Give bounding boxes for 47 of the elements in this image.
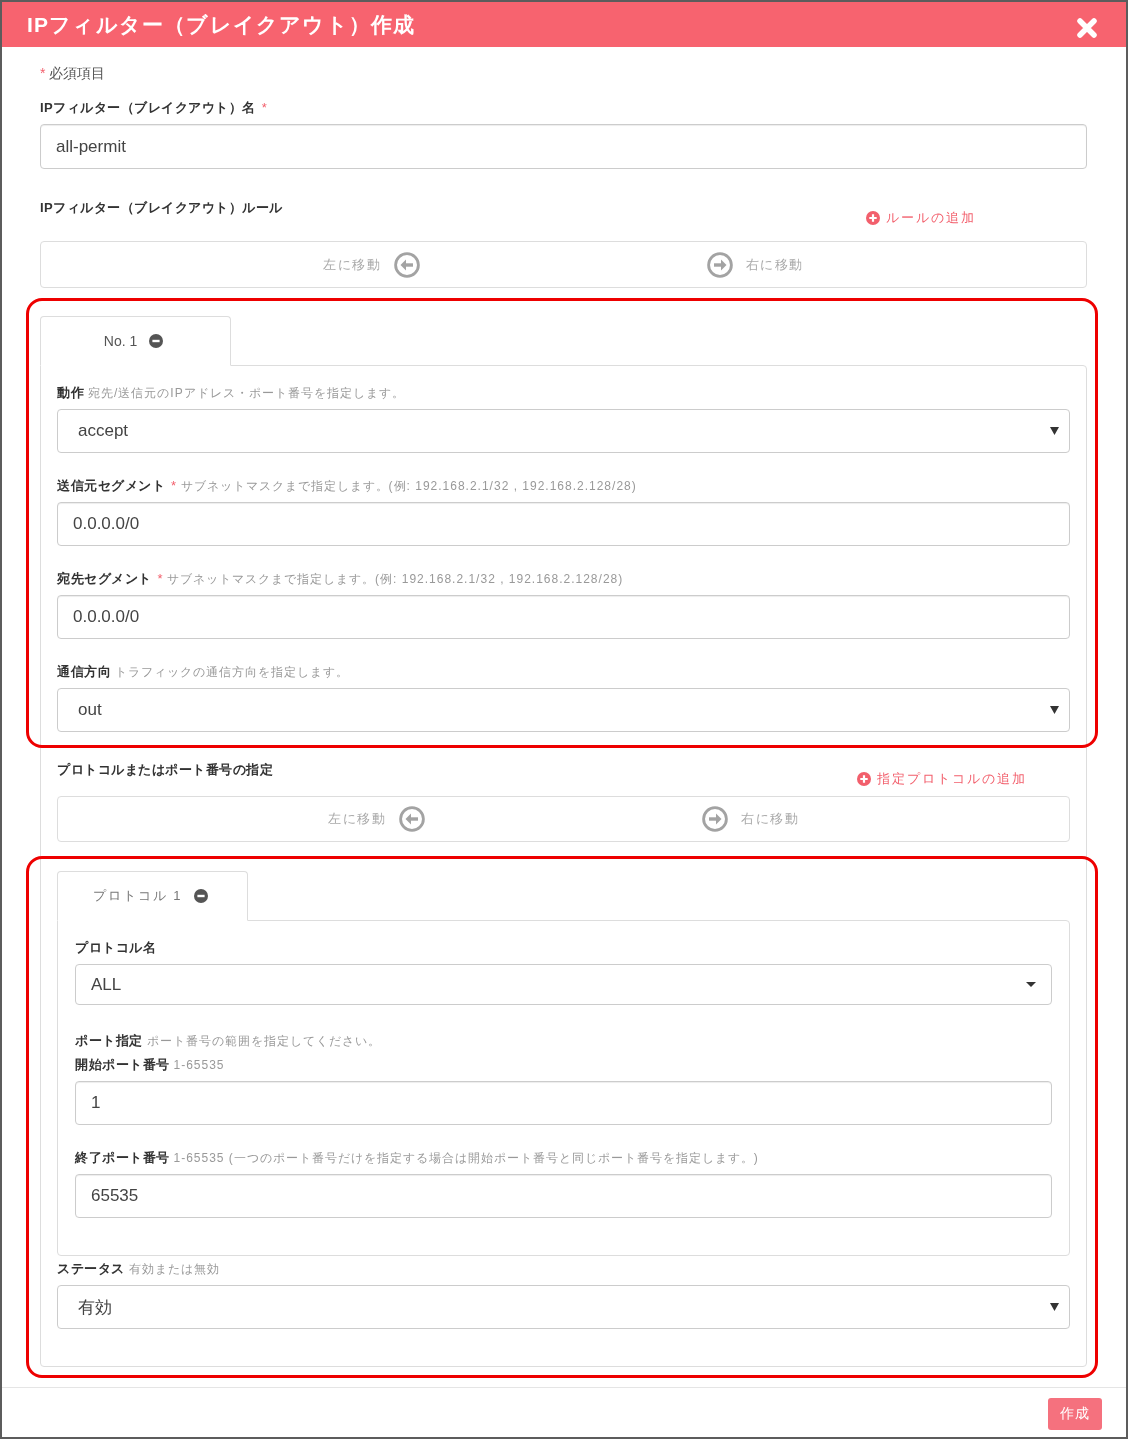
select-field[interactable]: accept (57, 409, 1070, 453)
dropdown-field[interactable]: ALL (75, 964, 1052, 1005)
arrow-right-circle-icon (706, 251, 733, 278)
caret-down-icon (1050, 1303, 1059, 1311)
text-field[interactable]: 0.0.0.0/0 (57, 595, 1070, 639)
field-label: ポート指定 (75, 1032, 143, 1050)
text-field[interactable]: all-permit (40, 124, 1087, 169)
field-label: 動作 (57, 384, 84, 402)
field-hint: トラフィックの通信方向を指定します。 (115, 664, 349, 681)
field-label: IPフィルター（ブレイクアウト）名 * (40, 99, 268, 117)
field-hint: 有効または無効 (128, 1261, 220, 1278)
field-hint: 宛先/送信元のIPアドレス・ポート番号を指定します。 (88, 385, 405, 402)
caret-down-icon (1050, 427, 1059, 435)
arrow-left-circle-icon (399, 806, 425, 832)
field-hint: サブネットマスクまで指定します。(例: 192.168.2.1/32 , 192.168.2.128/28) (167, 571, 624, 588)
field-label: 通信方向 (57, 663, 111, 681)
text-field[interactable]: 1 (75, 1081, 1052, 1125)
dialog-title: IPフィルター（ブレイクアウト）作成 (27, 11, 416, 38)
field-label: 終了ポート番号 (75, 1149, 170, 1167)
text-field[interactable]: 0.0.0.0/0 (57, 502, 1070, 546)
field-hint: 1-65535 (一つのポート番号だけを指定する場合は開始ポート番号と同じポート番号を指定します。) (173, 1150, 759, 1167)
plus-circle-icon (857, 772, 871, 786)
minus-circle-icon (194, 889, 209, 903)
close-icon (1076, 16, 1098, 39)
field-label: プロトコル名 (75, 939, 156, 957)
arrow-right-circle-icon (702, 806, 728, 832)
section-label: プロトコルまたはポート番号の指定 (57, 761, 273, 779)
tab[interactable]: No. 1 (40, 316, 231, 366)
select-field[interactable]: out (57, 688, 1070, 732)
field-label: 送信元セグメント * (57, 477, 177, 495)
close-button[interactable] (1076, 16, 1098, 39)
required-note: * 必須項目 (40, 64, 107, 83)
section-label: IPフィルター（ブレイクアウト）ルール (40, 199, 283, 217)
plus-circle-icon (866, 211, 880, 225)
field-label: 宛先セグメント * (57, 570, 164, 588)
text-field[interactable]: 65535 (75, 1174, 1052, 1218)
field-hint: ポート番号の範囲を指定してください。 (146, 1033, 381, 1050)
field-hint: サブネットマスクまで指定します。(例: 192.168.2.1/32 , 192.168.2.128/28) (180, 478, 637, 495)
select-field[interactable]: 有効 (57, 1285, 1070, 1329)
tab[interactable]: プロトコル 1 (57, 871, 248, 921)
caret-down-icon (1026, 982, 1036, 987)
caret-down-icon (1050, 706, 1059, 714)
field-label: ステータス (57, 1260, 125, 1278)
field-hint: 1-65535 (173, 1057, 225, 1074)
arrow-left-circle-icon (394, 251, 421, 278)
minus-circle-icon (149, 334, 164, 348)
field-label: 開始ポート番号 (75, 1056, 170, 1074)
